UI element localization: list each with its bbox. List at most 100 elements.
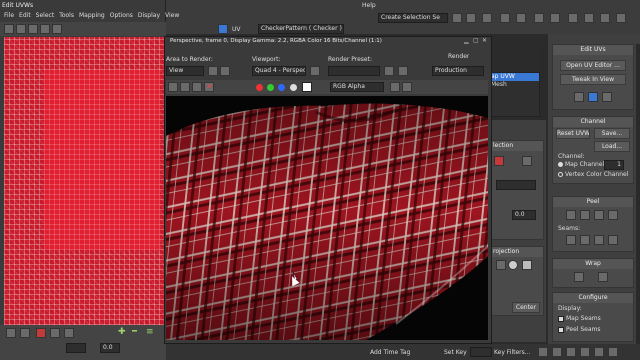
move-tool-icon[interactable] — [4, 24, 14, 34]
menu-mapping[interactable]: Mapping — [79, 12, 105, 21]
tweak-icon[interactable] — [574, 92, 584, 102]
wrap-icon-1[interactable] — [574, 272, 584, 282]
menu-options[interactable]: Options — [110, 12, 133, 21]
side-list-item-1[interactable]: ap UVW — [489, 73, 539, 81]
menu-edit[interactable]: Edit — [19, 12, 31, 21]
rendered-image[interactable] — [166, 96, 488, 340]
lock-icon[interactable] — [310, 66, 320, 76]
face-mode-icon[interactable] — [64, 328, 74, 338]
key-filter-dropdown[interactable] — [470, 347, 492, 357]
playback-icon-3[interactable] — [566, 347, 576, 357]
side-list-item-2[interactable]: Mesh — [489, 81, 539, 89]
red-channel-button[interactable] — [256, 84, 263, 91]
seam-icon-3[interactable] — [594, 235, 604, 245]
add-time-tag-label[interactable]: Add Time Tag — [370, 349, 410, 356]
wrap-icon-2[interactable] — [598, 272, 608, 282]
toggle-ui-icon[interactable] — [390, 82, 400, 92]
subtract-icon[interactable]: ━ — [132, 327, 137, 337]
toggle-overlay-icon[interactable] — [402, 82, 412, 92]
render-preset-dropdown[interactable] — [328, 66, 380, 76]
planar-icon[interactable] — [496, 260, 506, 270]
auto-region-icon[interactable] — [220, 66, 230, 76]
texture-dropdown[interactable]: CheckerPattern ( Checker ) — [258, 24, 344, 34]
render-setup-icon[interactable] — [384, 66, 394, 76]
toolbar-icon-5[interactable] — [516, 13, 526, 23]
sphere-icon[interactable] — [508, 260, 518, 270]
element-select-icon[interactable] — [522, 156, 532, 166]
set-key-label[interactable]: Set Key — [444, 349, 467, 356]
box-icon[interactable] — [522, 260, 532, 270]
load-button[interactable]: Load... — [594, 141, 630, 152]
menu-file[interactable]: File — [4, 12, 14, 21]
channel-title[interactable]: Channel — [553, 117, 633, 127]
reset-uvws-button[interactable]: Reset UVWs — [556, 128, 590, 139]
value-field[interactable]: 0.0 — [512, 210, 536, 220]
move-icon[interactable] — [602, 92, 612, 102]
seam-icon-1[interactable] — [566, 235, 576, 245]
open-uv-editor-button[interactable]: Open UV Editor ... — [560, 60, 626, 71]
freeform-tool-icon[interactable] — [40, 24, 50, 34]
channel-display-dropdown[interactable]: RGB Alpha — [330, 82, 384, 92]
mono-button[interactable] — [302, 82, 312, 92]
side-list[interactable]: ap UVW Mesh — [488, 72, 540, 117]
peel-icon-2[interactable] — [580, 210, 590, 220]
uv-icon[interactable] — [218, 24, 228, 34]
minimize-button[interactable]: ▁ — [464, 37, 469, 44]
grow-icon[interactable]: ≡ — [146, 327, 154, 337]
toolbar-icon-1[interactable] — [452, 13, 462, 23]
scale-tool-icon[interactable] — [28, 24, 38, 34]
copy-image-icon[interactable] — [180, 82, 190, 92]
toolbar-icon-7[interactable] — [550, 13, 560, 23]
toolbar-icon-6[interactable] — [534, 13, 544, 23]
add-icon[interactable]: ✚ — [118, 327, 126, 337]
peel-title[interactable]: Peel — [553, 197, 633, 207]
tweak-in-view-button[interactable]: Tweak In View — [560, 74, 626, 85]
toolbar-icon-2[interactable] — [466, 13, 476, 23]
maximize-button[interactable]: ▢ — [473, 37, 479, 44]
clone-icon[interactable] — [192, 82, 202, 92]
toolbar-icon-10[interactable] — [600, 13, 610, 23]
toolbar-icon-4[interactable] — [500, 13, 510, 23]
green-channel-button[interactable] — [267, 84, 274, 91]
uv-label[interactable]: UV — [232, 26, 241, 33]
save-image-icon[interactable] — [168, 82, 178, 92]
selection-set-dropdown[interactable]: Create Selection Se — [378, 13, 448, 23]
clear-icon[interactable]: ✕ — [206, 82, 213, 91]
projection-title[interactable]: rojection — [491, 247, 543, 257]
bottom-icon-1[interactable] — [6, 328, 16, 338]
seam-icon-4[interactable] — [608, 235, 618, 245]
seam-icon-2[interactable] — [580, 235, 590, 245]
side-list-scroll[interactable] — [540, 48, 546, 120]
area-to-render-dropdown[interactable]: View — [166, 66, 204, 76]
edge-mode-icon[interactable] — [50, 328, 60, 338]
menu-select[interactable]: Select — [36, 12, 55, 21]
peel-icon-4[interactable] — [608, 210, 618, 220]
help-menu[interactable]: Help — [362, 2, 376, 9]
uv-island[interactable] — [44, 70, 160, 250]
map-channel-radio[interactable] — [558, 162, 563, 167]
uv-value-field-2[interactable] — [66, 343, 86, 353]
configure-title[interactable]: Configure — [553, 293, 633, 303]
peel-icon-1[interactable] — [566, 210, 576, 220]
menu-tools[interactable]: Tools — [59, 12, 74, 21]
vertex-select-icon[interactable] — [494, 156, 504, 166]
alpha-channel-button[interactable] — [290, 84, 297, 91]
toolbar-icon-9[interactable] — [584, 13, 594, 23]
menu-display[interactable]: Display — [138, 12, 160, 21]
playback-icon-1[interactable] — [538, 347, 548, 357]
selection-title[interactable]: lection — [491, 141, 543, 151]
toolbar-icon-11[interactable] — [616, 13, 626, 23]
save-button[interactable]: Save... — [594, 128, 630, 139]
playback-icon-2[interactable] — [552, 347, 562, 357]
edit-uvs-title[interactable]: Edit UVs — [553, 45, 633, 55]
vertex-mode-icon[interactable] — [36, 328, 46, 338]
playback-icon-5[interactable] — [594, 347, 604, 357]
selection-field[interactable] — [496, 180, 536, 190]
toolbar-icon-8[interactable] — [568, 13, 578, 23]
close-button[interactable]: ✕ — [482, 37, 487, 44]
map-seams-checkbox[interactable] — [558, 316, 564, 322]
peel-icon-3[interactable] — [594, 210, 604, 220]
key-filters-button[interactable]: Key Filters... — [494, 349, 531, 356]
map-channel-field[interactable]: 1 — [604, 160, 624, 170]
vertex-color-radio[interactable] — [558, 172, 563, 177]
